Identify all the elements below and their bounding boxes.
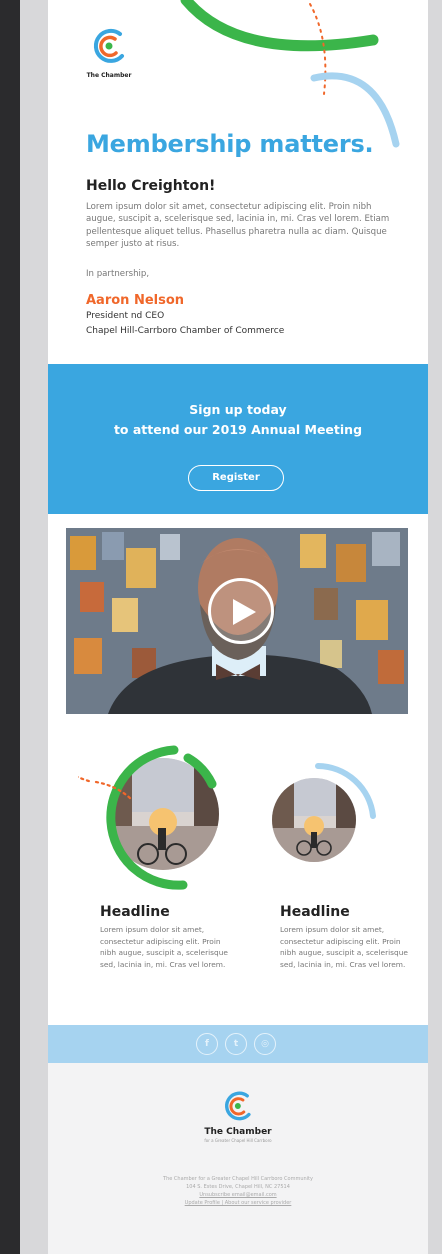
cta-heading-line-2: to attend our 2019 Annual Meeting xyxy=(113,422,363,437)
footer-org-line: The Chamber for a Greater Chapel Hill Ca… xyxy=(163,1176,313,1182)
unsubscribe-link[interactable]: Unsubscribe email@email.com xyxy=(48,1192,428,1198)
facebook-icon[interactable]: f xyxy=(196,1033,218,1055)
signer-organization: Chapel Hill-Carrboro Chamber of Commerce xyxy=(86,326,285,336)
greeting: Hello Creighton! xyxy=(86,178,216,194)
email-preview: The Chamber Membership matters. Hello Cr… xyxy=(48,0,428,1254)
instagram-icon[interactable]: ◎ xyxy=(254,1033,276,1055)
feature-text-1: Lorem ipsum dolor sit amet, consectetur … xyxy=(100,925,228,969)
signer-name: Aaron Nelson xyxy=(86,293,185,308)
footer-links[interactable]: Update Profile | About our service provi… xyxy=(48,1200,428,1206)
right-scrollbar-area[interactable] xyxy=(428,0,442,1254)
play-icon xyxy=(233,599,256,625)
cta-banner: Sign up today to attend our 2019 Annual … xyxy=(48,364,428,514)
footer-wordmark: The Chamber xyxy=(204,1127,272,1137)
signer-title: President nd CEO xyxy=(86,311,165,321)
logo-wordmark: The Chamber xyxy=(86,72,132,79)
footer: The Chamber for a Greater Chapel Hill Ca… xyxy=(48,1063,428,1254)
feature-image-1 xyxy=(78,745,219,890)
page-title: Membership matters. xyxy=(86,130,374,158)
feature-title-1: Headline xyxy=(100,904,170,920)
twitter-icon[interactable]: t xyxy=(225,1033,247,1055)
intro-paragraph: Lorem ipsum dolor sit amet, consectetur … xyxy=(86,202,390,250)
footer-address: 104 S. Estes Drive, Chapel Hill, NC 2751… xyxy=(186,1184,290,1190)
footer-logo-icon xyxy=(225,1091,251,1121)
play-button[interactable] xyxy=(208,578,274,644)
social-bar: f t ◎ xyxy=(48,1025,428,1063)
footer-wordmark-subtitle: for a Greater Chapel Hill Carrboro xyxy=(204,1138,272,1143)
left-gutter xyxy=(20,0,48,1254)
closing-line: In partnership, xyxy=(86,269,150,279)
cta-heading-line-1: Sign up today xyxy=(189,402,287,417)
feature-text-2: Lorem ipsum dolor sit amet, consectetur … xyxy=(280,925,408,969)
chamber-logo-icon xyxy=(93,28,124,63)
feature-image-2 xyxy=(272,763,376,862)
feature-title-2: Headline xyxy=(280,904,350,920)
register-button[interactable]: Register xyxy=(188,465,284,491)
video-thumbnail[interactable] xyxy=(66,528,408,714)
